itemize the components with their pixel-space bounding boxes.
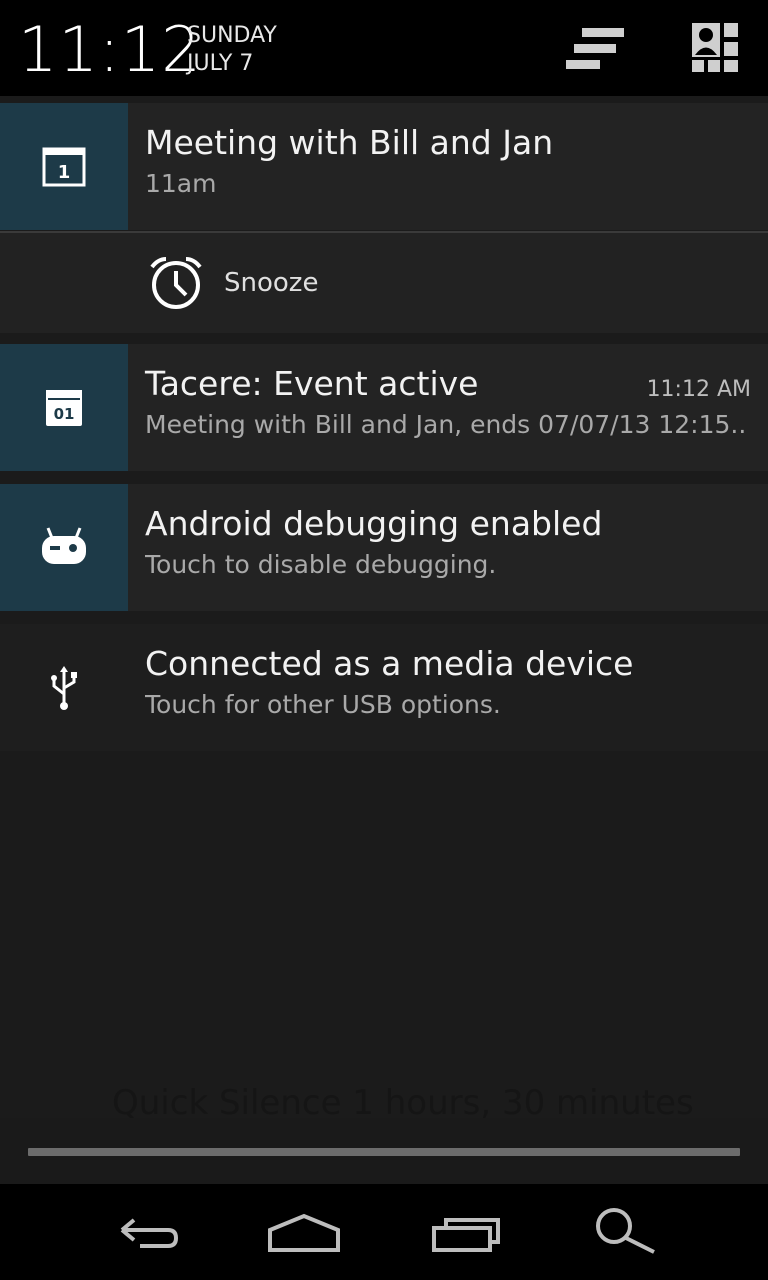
snooze-label: Snooze [224, 268, 319, 298]
notification-time: 11:12 AM [646, 377, 751, 402]
notification-header: 11:12 SUNDAY JULY 7 [0, 0, 768, 96]
notification-icon-box [0, 624, 128, 751]
back-icon [120, 1218, 179, 1248]
usb-icon [51, 666, 77, 710]
notification-usb[interactable]: Connected as a media device Touch for ot… [0, 624, 768, 751]
notification-icon-box [0, 484, 128, 611]
home-icon [268, 1213, 340, 1252]
date-display: SUNDAY JULY 7 [187, 22, 277, 78]
background-app-text: Quick Silence 1 hours, 30 minutes [112, 1083, 694, 1123]
notification-subtitle: 11am [145, 169, 217, 198]
notification-title: Meeting with Bill and Jan [145, 123, 554, 162]
recent-apps-icon [432, 1218, 500, 1252]
quick-settings-icon [692, 23, 738, 72]
calendar-icon: 1 [42, 147, 86, 187]
alarm-clock-icon [150, 257, 202, 309]
svg-text:1: 1 [58, 162, 71, 183]
search-button[interactable] [576, 1204, 676, 1260]
home-button[interactable] [254, 1204, 354, 1260]
back-button[interactable] [100, 1204, 200, 1260]
notification-subtitle: Touch to disable debugging. [145, 550, 497, 579]
panel-drag-handle[interactable] [28, 1148, 740, 1156]
quick-settings-button[interactable] [686, 20, 756, 80]
notification-icon-box: 01 [0, 344, 128, 471]
cyanogen-bot-icon [42, 527, 86, 564]
svg-text:01: 01 [54, 405, 75, 423]
clear-all-icon [566, 28, 624, 69]
notification-tacere[interactable]: 01 Tacere: Event active 11:12 AM Meeting… [0, 344, 768, 471]
notification-debugging[interactable]: Android debugging enabled Touch to disab… [0, 484, 768, 611]
search-icon [596, 1208, 655, 1254]
notification-title: Tacere: Event active [145, 364, 479, 403]
notification-title: Android debugging enabled [145, 504, 603, 543]
notification-subtitle: Touch for other USB options. [145, 690, 501, 719]
date-label: JULY 7 [187, 51, 254, 76]
clear-all-button[interactable] [558, 20, 628, 80]
day-label: SUNDAY [187, 23, 277, 48]
notification-subtitle: Meeting with Bill and Jan, ends 07/07/13… [145, 410, 747, 439]
notification-icon-box: 1 [0, 103, 128, 230]
clock-time: 11:12 [18, 13, 202, 86]
notification-title: Connected as a media device [145, 644, 634, 683]
notification-meeting[interactable]: 1 Meeting with Bill and Jan 11am [0, 103, 768, 230]
recent-apps-button[interactable] [416, 1204, 516, 1260]
calendar-01-icon: 01 [46, 390, 82, 426]
navigation-bar [0, 1184, 768, 1280]
snooze-action-button[interactable]: Snooze [0, 231, 768, 333]
